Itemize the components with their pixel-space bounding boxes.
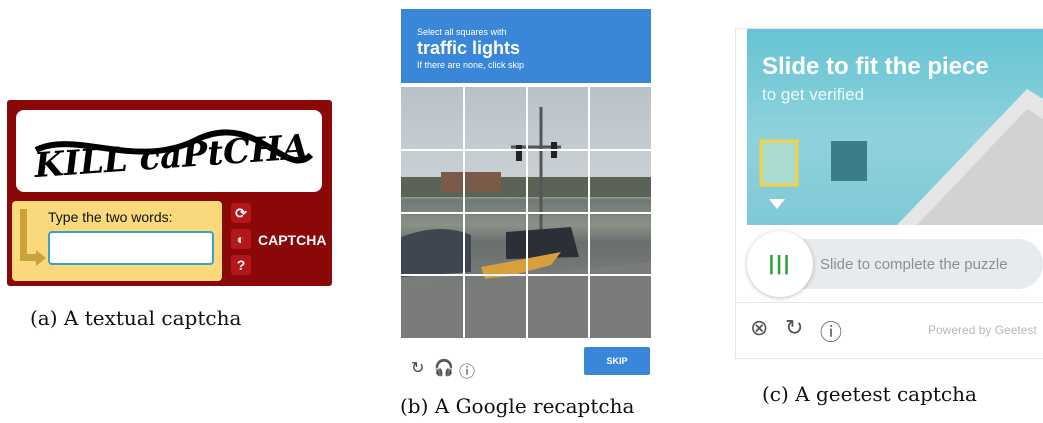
puzzle-gap [831,141,867,181]
skip-button[interactable]: SKIP [584,347,650,375]
audio-button[interactable]: ◐ [231,229,251,249]
puzzle-title: Slide to fit the piece [762,53,989,80]
close-icon[interactable]: ⊗ [750,315,768,341]
info-icon[interactable]: ⓘ [820,315,842,347]
slider-instruction: Slide to complete the puzzle [820,256,1008,273]
caption-b: (b) A Google recaptcha [400,394,635,418]
captcha-brand: CAPTCHA [258,232,327,248]
reload-icon[interactable]: ↻ [411,358,424,378]
grid-line [401,212,651,214]
puzzle-piece [759,139,799,187]
captcha-answer-input[interactable] [48,231,214,265]
refresh-icon[interactable]: ↻ [785,315,803,341]
divider [736,302,1043,303]
puzzle-subtitle: to get verified [762,85,865,104]
image-grid[interactable] [401,87,651,338]
powered-by: Powered by Geetest [928,323,1037,337]
info-icon[interactable]: ⓘ [459,358,475,382]
headphones-icon[interactable]: 🎧 [434,358,454,378]
geetest-widget: Slide to fit the piece to get verified |… [735,28,1043,359]
help-button[interactable]: ? [231,255,251,275]
captcha-image: KILL caPtCHA [16,110,322,192]
audio-icon: ◐ [236,231,246,247]
answer-area: Type the two words: [12,201,222,281]
textual-captcha-widget: KILL caPtCHA Type the two words: ⟳ ◐ ? C… [7,100,332,286]
instruction-target: traffic lights [417,38,521,58]
recaptcha-widget: Select all squares with traffic lights I… [401,9,651,382]
instruction-line-3: If there are none, click skip [417,60,525,70]
grip-icon: ||| [768,252,792,275]
svg-text:KILL caPtCHA: KILL caPtCHA [32,127,310,186]
help-icon: ? [236,257,246,273]
grid-line [401,274,651,276]
challenge-header: Select all squares with traffic lights I… [401,9,651,83]
caption-c: (c) A geetest captcha [762,382,977,406]
refresh-button[interactable]: ⟳ [231,203,251,223]
slider-handle[interactable]: ||| [747,231,813,297]
grid-line [401,149,651,151]
caption-a: (a) A textual captcha [30,306,242,330]
distorted-text-image: KILL caPtCHA [32,127,314,186]
puzzle-image: Slide to fit the piece to get verified [747,29,1043,225]
arrow-head [36,250,46,266]
instruction-line-1: Select all squares with [417,27,507,37]
refresh-icon: ⟳ [235,204,247,221]
prompt-label: Type the two words: [48,209,173,225]
